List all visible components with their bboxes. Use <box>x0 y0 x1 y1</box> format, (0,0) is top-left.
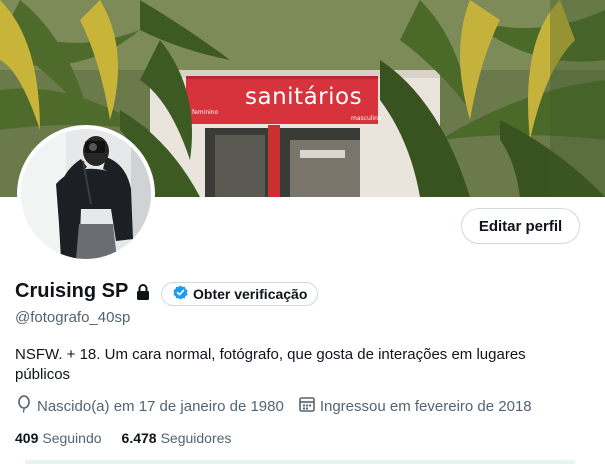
follow-stats: 409 Seguindo 6.478 Seguidores <box>15 428 251 448</box>
following-count: 409 <box>15 430 39 446</box>
balloon-icon <box>15 395 37 417</box>
followers-count: 6.478 <box>121 430 157 446</box>
following-label: Seguindo <box>42 430 102 446</box>
avatar[interactable] <box>17 125 155 263</box>
profile-meta: Nascido(a) em 17 de janeiro de 1980 Ingr… <box>15 395 546 417</box>
avatar-image <box>21 129 151 259</box>
get-verified-button[interactable]: Obter verificação <box>161 282 319 306</box>
profile-name: Cruising SP <box>15 280 129 302</box>
get-verified-label: Obter verificação <box>193 286 308 302</box>
section-divider <box>25 460 575 464</box>
following-link[interactable]: 409 Seguindo <box>15 430 102 446</box>
lock-icon <box>136 284 150 305</box>
followers-label: Seguidores <box>160 430 232 446</box>
joined-date-text: Ingressou em fevereiro de 2018 <box>319 397 532 415</box>
joined-date-item: Ingressou em fevereiro de 2018 <box>298 395 532 417</box>
banner-sign-text: sanitários <box>245 84 363 110</box>
profile-handle: @fotografo_40sp <box>15 309 131 326</box>
profile-bio: NSFW. + 18. Um cara normal, fotógrafo, q… <box>15 346 526 383</box>
banner-sign-small-left: feminino <box>192 109 219 116</box>
edit-profile-button[interactable]: Editar perfil <box>461 208 580 244</box>
birth-date-item: Nascido(a) em 17 de janeiro de 1980 <box>15 395 284 417</box>
followers-link[interactable]: 6.478 Seguidores <box>122 430 232 446</box>
banner-sign-small-right: masculino <box>351 115 382 122</box>
verified-badge-icon <box>173 285 188 303</box>
birth-date-text: Nascido(a) em 17 de janeiro de 1980 <box>37 397 284 415</box>
calendar-icon <box>298 395 320 417</box>
